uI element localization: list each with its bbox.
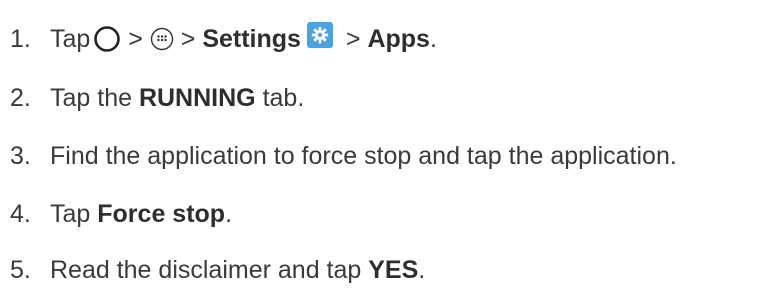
instruction-steps: 1. Tap > > Settings > Apps . 2. Tap the …	[0, 0, 757, 293]
force-stop-label: Force stop	[97, 200, 226, 228]
step-text: Tap	[50, 25, 91, 53]
step-text: .	[225, 200, 233, 228]
apps-grid-icon	[150, 27, 174, 51]
step-text: Tap the	[50, 84, 139, 112]
running-tab-label: RUNNING	[138, 84, 256, 112]
step-text: .	[429, 25, 437, 53]
separator: >	[338, 25, 368, 53]
step-number: 5.	[10, 256, 31, 284]
step-number: 2.	[10, 84, 31, 112]
step-text: Find the application to force stop and t…	[50, 142, 677, 170]
step-text: Tap	[50, 200, 98, 228]
step-number: 4.	[10, 200, 31, 228]
gear-icon	[306, 22, 333, 48]
step-3: 3. Find the application to force stop an…	[10, 141, 677, 171]
yes-label: YES	[368, 256, 419, 284]
step-number: 1.	[10, 25, 31, 53]
settings-label: Settings	[202, 25, 301, 53]
step-number: 3.	[10, 142, 31, 170]
step-2: 2. Tap the RUNNING tab.	[10, 83, 304, 113]
separator: >	[173, 25, 203, 53]
separator: >	[121, 25, 150, 53]
step-4: 4. Tap Force stop .	[10, 199, 232, 229]
step-1: 1. Tap > > Settings > Apps .	[10, 22, 437, 54]
apps-label: Apps	[367, 25, 430, 53]
step-text: .	[418, 256, 426, 284]
home-circle-icon	[93, 25, 121, 53]
step-5: 5. Read the disclaimer and tap YES .	[10, 255, 425, 285]
step-text: Read the disclaimer and tap	[50, 256, 369, 284]
step-text: tab.	[255, 84, 305, 112]
